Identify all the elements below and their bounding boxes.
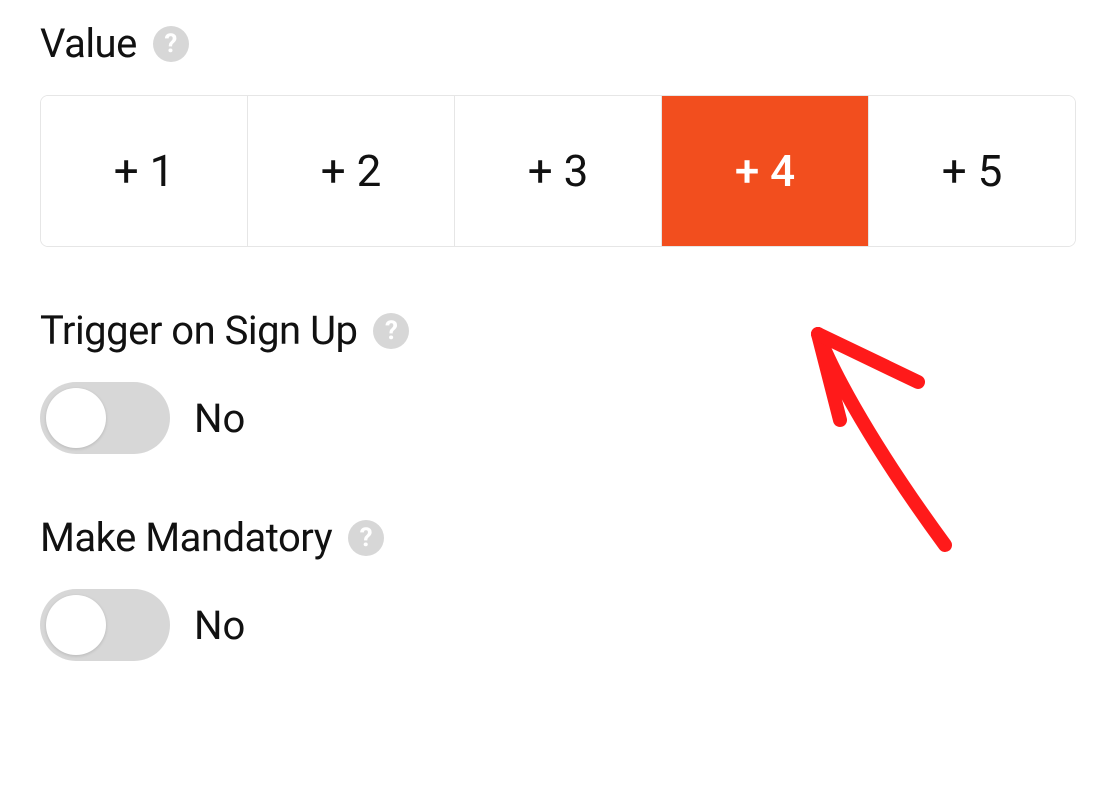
mandatory-label: Make Mandatory [40, 514, 332, 561]
value-option-2[interactable]: + 2 [248, 96, 455, 246]
trigger-toggle-state: No [194, 395, 245, 442]
mandatory-label-row: Make Mandatory ? [40, 514, 1076, 561]
help-icon[interactable]: ? [153, 26, 189, 62]
help-icon[interactable]: ? [348, 520, 384, 556]
trigger-toggle-knob [46, 388, 106, 448]
value-option-3[interactable]: + 3 [455, 96, 662, 246]
mandatory-toggle-state: No [194, 602, 245, 649]
mandatory-field-group: Make Mandatory ? No [40, 514, 1076, 661]
trigger-label-row: Trigger on Sign Up ? [40, 307, 1076, 354]
trigger-field-group: Trigger on Sign Up ? No [40, 307, 1076, 454]
help-icon[interactable]: ? [373, 313, 409, 349]
value-option-4[interactable]: + 4 [662, 96, 869, 246]
trigger-toggle[interactable] [40, 382, 170, 454]
mandatory-toggle-row: No [40, 589, 1076, 661]
value-option-5[interactable]: + 5 [869, 96, 1075, 246]
value-label-row: Value ? [40, 20, 1076, 67]
value-option-1[interactable]: + 1 [41, 96, 248, 246]
mandatory-toggle[interactable] [40, 589, 170, 661]
value-label: Value [40, 20, 137, 67]
value-field-group: Value ? + 1 + 2 + 3 + 4 + 5 [40, 20, 1076, 247]
mandatory-toggle-knob [46, 595, 106, 655]
value-segmented-control: + 1 + 2 + 3 + 4 + 5 [40, 95, 1076, 247]
trigger-label: Trigger on Sign Up [40, 307, 357, 354]
trigger-toggle-row: No [40, 382, 1076, 454]
